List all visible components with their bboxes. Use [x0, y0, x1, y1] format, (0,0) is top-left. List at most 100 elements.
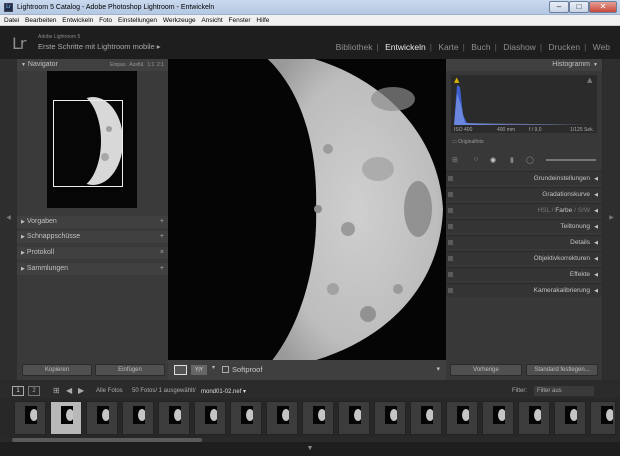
window-1-button[interactable]: 1 — [12, 386, 24, 396]
catalog-name[interactable]: Erste Schritte mit Lightroom mobile ▸ — [38, 42, 161, 51]
filmstrip-thumb[interactable] — [554, 401, 586, 435]
module-picker: Bibliothek | Entwickeln | Karte | Buch | Dia… — [335, 42, 610, 52]
window-2-button[interactable]: 2 — [28, 386, 40, 396]
zoom-fit[interactable]: Einpas. — [110, 62, 127, 68]
histogram[interactable]: ▲ ▲ — [451, 75, 597, 133]
menu-entwickeln[interactable]: Entwickeln — [62, 15, 93, 26]
right-panel: Histogramm ▼ ▲ ▲ ISO 400 400 mm f / 9,0 1… — [446, 59, 602, 380]
section-details[interactable]: Details ◀ — [446, 235, 602, 249]
view-toolbar: Y|Y ▾ Softproof ▾ — [168, 360, 446, 380]
filmstrip-thumb[interactable] — [86, 401, 118, 435]
softproof-label: Softproof — [232, 365, 263, 374]
filmstrip-thumb[interactable] — [230, 401, 262, 435]
crop-tool-icon[interactable]: ⊞ — [452, 156, 458, 164]
zoom-2-1[interactable]: 2:1 — [157, 62, 164, 68]
navigator-header[interactable]: ▼ Navigator Einpas. Ausfül. 1:1 2:1 — [17, 59, 168, 71]
brush-size-slider[interactable] — [546, 159, 596, 161]
left-edge-toggle[interactable]: ◀ — [0, 59, 17, 380]
menu-hilfe[interactable]: Hilfe — [256, 15, 269, 26]
bottom-panel-toggle[interactable]: ▼ — [0, 442, 620, 456]
section-vorgaben[interactable]: ▶ Vorgaben + — [17, 216, 168, 228]
section-hsl[interactable]: HSL / Farbe / S/W ◀ — [446, 203, 602, 217]
spot-removal-icon[interactable]: ○ — [474, 156, 478, 163]
toolbar-menu-icon[interactable]: ▾ — [436, 365, 440, 373]
menu-bearbeiten[interactable]: Bearbeiten — [25, 15, 56, 26]
main-image-view[interactable] — [168, 59, 446, 360]
window-title: Lightroom 5 Catalog - Adobe Photoshop Li… — [17, 4, 215, 11]
before-after-button[interactable]: Y|Y — [191, 365, 207, 375]
tool-strip: ⊞ ○ ◉ ▮ ◯ — [452, 154, 596, 166]
navigator-viewport-frame[interactable] — [53, 100, 123, 187]
photo-count: 50 Fotos/ 1 ausgewählt/ — [132, 388, 196, 394]
menu-datei[interactable]: Datei — [4, 15, 19, 26]
right-edge-toggle[interactable]: ▶ — [603, 59, 620, 380]
paste-button[interactable]: Einfügen — [95, 364, 165, 376]
source-label[interactable]: Alle Fotos — [96, 388, 123, 394]
section-protokoll[interactable]: ▶ Protokoll × — [17, 247, 168, 259]
identity-plate: Lr Adobe Lightroom 5 Erste Schritte mit … — [0, 26, 620, 59]
original-photo-toggle[interactable]: ▭ Originalfoto — [452, 139, 484, 145]
module-buch[interactable]: Buch — [471, 42, 490, 52]
section-gradationskurve[interactable]: Gradationskurve ◀ — [446, 187, 602, 201]
menu-ansicht[interactable]: Ansicht — [201, 15, 222, 26]
previous-button[interactable]: Vorherige — [450, 364, 522, 376]
zoom-fill[interactable]: Ausfül. — [129, 62, 144, 68]
set-default-button[interactable]: Standard festlegen... — [526, 364, 598, 376]
loupe-view-button[interactable] — [174, 365, 187, 375]
copy-button[interactable]: Kopieren — [22, 364, 92, 376]
filmstrip-thumb[interactable] — [410, 401, 442, 435]
section-kamerakalibrierung[interactable]: Kamerakalibrierung ◀ — [446, 283, 602, 297]
close-button[interactable]: ✕ — [589, 1, 617, 13]
redeye-icon[interactable]: ◉ — [490, 156, 496, 164]
module-web[interactable]: Web — [593, 42, 610, 52]
module-drucken[interactable]: Drucken — [548, 42, 580, 52]
filmstrip-thumb[interactable] — [302, 401, 334, 435]
histogram-chart: ▲ ▲ — [454, 76, 593, 125]
filmstrip-thumb[interactable] — [446, 401, 478, 435]
module-diashow[interactable]: Diashow — [503, 42, 536, 52]
module-entwickeln[interactable]: Entwickeln — [385, 42, 426, 52]
section-sammlungen[interactable]: ▶ Sammlungen + — [17, 263, 168, 275]
filmstrip-bar: 1 2 ⊞ ◀ ▶ Alle Fotos 50 Fotos/ 1 ausgewä… — [0, 384, 620, 398]
module-karte[interactable]: Karte — [438, 42, 458, 52]
section-objektivkorrekturen[interactable]: Objektivkorrekturen ◀ — [446, 251, 602, 265]
filmstrip-thumb[interactable] — [374, 401, 406, 435]
back-arrow-icon[interactable]: ◀ — [66, 386, 72, 395]
filter-label: Filter: — [512, 388, 527, 394]
minimize-button[interactable]: – — [549, 1, 569, 13]
filmstrip-thumb[interactable] — [194, 401, 226, 435]
exif-info: ISO 400 400 mm f / 9,0 1/125 Sek. — [454, 127, 594, 133]
menu-foto[interactable]: Foto — [99, 15, 112, 26]
menu-einstellungen[interactable]: Einstellungen — [118, 15, 157, 26]
module-bibliothek[interactable]: Bibliothek — [336, 42, 373, 52]
radial-filter-icon[interactable]: ◯ — [526, 156, 534, 164]
filmstrip-thumb[interactable] — [266, 401, 298, 435]
zoom-1-1[interactable]: 1:1 — [147, 62, 154, 68]
filmstrip-thumb[interactable] — [158, 401, 190, 435]
lightroom-logo: Lr — [12, 34, 26, 53]
filmstrip-thumb[interactable] — [122, 401, 154, 435]
menu-fenster[interactable]: Fenster — [229, 15, 251, 26]
filter-select[interactable]: Filter aus — [534, 386, 594, 396]
forward-arrow-icon[interactable]: ▶ — [78, 386, 84, 395]
histogram-header[interactable]: Histogramm ▼ — [446, 59, 602, 71]
filmstrip-thumb[interactable] — [14, 401, 46, 435]
graduated-filter-icon[interactable]: ▮ — [510, 156, 514, 164]
filmstrip-thumb[interactable] — [518, 401, 550, 435]
maximize-button[interactable]: □ — [569, 1, 589, 13]
section-grundeinstellungen[interactable]: Grundeinstellungen ◀ — [446, 171, 602, 185]
navigator-preview[interactable] — [47, 71, 137, 208]
filmstrip — [0, 398, 620, 438]
section-effekte[interactable]: Effekte ◀ — [446, 267, 602, 281]
section-teiltonung[interactable]: Teiltonung ◀ — [446, 219, 602, 233]
file-name[interactable]: mond01-02.nef ▾ — [201, 388, 246, 395]
filmstrip-thumb[interactable] — [590, 401, 616, 435]
title-bar: Lr Lightroom 5 Catalog - Adobe Photoshop… — [0, 0, 620, 15]
filmstrip-thumb[interactable] — [338, 401, 370, 435]
filmstrip-thumb[interactable] — [482, 401, 514, 435]
softproof-checkbox[interactable] — [222, 366, 229, 373]
grid-view-icon[interactable]: ⊞ — [53, 386, 60, 395]
filmstrip-thumb-selected[interactable] — [50, 401, 82, 435]
section-schnappschuesse[interactable]: ▶ Schnappschüsse + — [17, 231, 168, 243]
menu-werkzeuge[interactable]: Werkzeuge — [163, 15, 196, 26]
